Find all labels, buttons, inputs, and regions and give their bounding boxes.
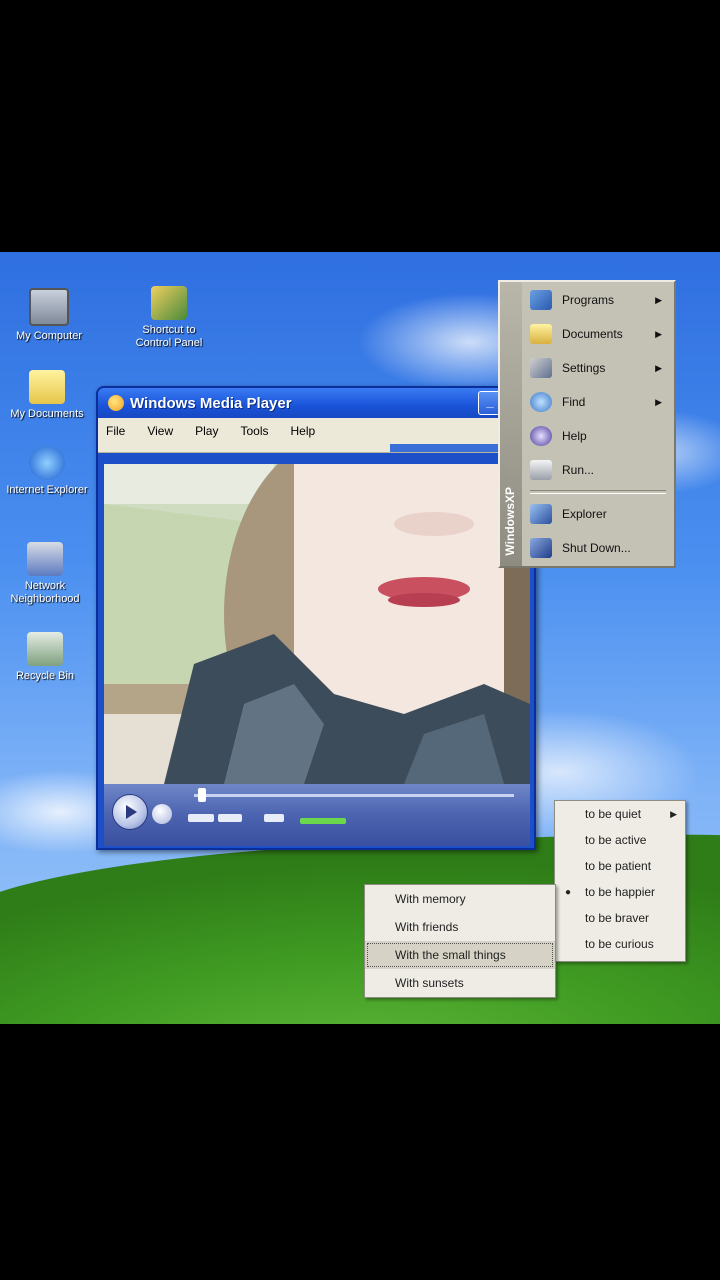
menu-play[interactable]: Play [195,424,218,438]
menu-tools[interactable]: Tools [240,424,268,438]
start-menu-item-find[interactable]: Find ▶ [530,388,666,416]
folder-icon [29,370,65,404]
feelings-menu-item-label: to be braver [585,911,650,925]
feelings-menu-item-label: to be patient [585,859,652,873]
menu-help[interactable]: Help [291,424,316,438]
media-player-window: Windows Media Player _ □ File View Play … [96,386,536,850]
submenu-arrow-icon: ▶ [670,808,677,819]
start-menu-item-label: Shut Down... [562,541,631,555]
check-mark-icon: ● [565,886,572,898]
menu-file[interactable]: File [106,424,125,438]
feelings-menu-item-label: to be quiet [585,807,642,821]
start-menu-item-explorer[interactable]: Explorer [530,500,666,528]
start-menu-stripe-label: WindowsXP [503,487,517,556]
with-menu-item[interactable]: With memory [365,885,555,913]
feelings-menu-item-label: to be happier [585,885,656,899]
media-player-logo-icon [108,395,124,411]
start-menu-item-shut-down[interactable]: Shut Down... [530,534,666,562]
start-menu-item-label: Explorer [562,507,607,521]
explorer-icon [530,504,552,524]
desktop-icon-my-computer[interactable]: My Computer [4,288,94,343]
desktop-icon-network[interactable]: Network Neighborhood [0,542,90,606]
desktop-icon-control-panel[interactable]: Shortcut to Control Panel [124,286,214,350]
media-player-controls [104,784,530,846]
video-frame [104,464,530,784]
media-player-title-bar[interactable]: Windows Media Player _ □ [98,388,534,418]
submenu-arrow-icon: ▶ [655,328,662,339]
video-image [104,464,530,784]
start-menu-item-label: Run... [562,463,595,477]
desktop-icon-label: Internet Explorer [6,484,88,496]
seek-handle[interactable] [198,788,206,802]
volume-slider[interactable] [300,818,346,824]
with-menu-item-label: With the small things [395,948,506,962]
desktop: My Computer Shortcut to Control Panel My… [0,252,720,1024]
with-menu: With memory With friends With the small … [364,884,556,998]
play-icon[interactable] [112,794,148,830]
with-menu-item[interactable]: With the small things [365,941,555,969]
menu-view[interactable]: View [147,424,173,438]
start-menu-item-settings[interactable]: Settings ▶ [530,354,666,382]
computer-icon [29,288,69,326]
feelings-menu-item-label: to be active [585,833,647,847]
start-menu-item-label: Programs [562,293,615,307]
previous-button[interactable] [188,814,214,822]
start-menu-item-help[interactable]: Help [530,422,666,450]
desktop-icon-my-documents[interactable]: My Documents [2,370,92,421]
media-player-info-strip [98,444,534,453]
settings-icon [530,358,552,378]
control-panel-icon [151,286,187,320]
seek-bar[interactable] [194,794,514,797]
desktop-icon-label: Shortcut to Control Panel [135,324,203,349]
shutdown-icon [530,538,552,558]
feelings-menu: to be quiet ▶ to be active to be patient … [554,800,686,962]
recycle-bin-icon [27,632,63,666]
start-menu-item-run[interactable]: Run... [530,456,666,484]
desktop-icon-internet-explorer[interactable]: Internet Explorer [2,446,92,497]
desktop-icon-label: Network Neighborhood [10,580,80,605]
start-menu: WindowsXP Programs ▶ Documents ▶ Settings ▶… [498,280,676,568]
with-menu-item[interactable]: With friends [365,913,555,941]
with-menu-item[interactable]: With sunsets [365,969,555,997]
programs-icon [530,290,552,310]
feelings-menu-item[interactable]: ● to be happier [555,879,685,905]
feelings-menu-item[interactable]: to be quiet ▶ [555,801,685,827]
internet-explorer-icon [29,446,65,480]
network-icon [27,542,63,576]
with-menu-item-label: With friends [395,920,459,934]
stop-icon[interactable] [152,804,172,824]
start-menu-item-label: Find [562,395,586,409]
submenu-arrow-icon: ▶ [655,362,662,373]
with-menu-item-label: With sunsets [395,976,464,990]
feelings-menu-item[interactable]: to be curious [555,931,685,957]
submenu-arrow-icon: ▶ [655,294,662,305]
find-icon [530,392,552,412]
feelings-menu-item[interactable]: to be active [555,827,685,853]
start-menu-item-programs[interactable]: Programs ▶ [530,286,666,314]
desktop-icon-label: My Computer [15,330,83,342]
mute-button[interactable] [264,814,284,822]
desktop-icon-recycle-bin[interactable]: Recycle Bin [0,632,90,683]
media-player-menu-bar: File View Play Tools Help [98,418,534,444]
start-menu-item-label: Documents [562,327,623,341]
documents-icon [530,324,552,344]
start-menu-item-label: Help [562,429,587,443]
help-icon [530,426,552,446]
with-menu-item-label: With memory [395,892,466,906]
start-menu-item-documents[interactable]: Documents ▶ [530,320,666,348]
media-player-title: Windows Media Player [130,394,292,412]
submenu-arrow-icon: ▶ [655,396,662,407]
desktop-icon-label: My Documents [10,408,84,420]
start-menu-stripe: WindowsXP [500,282,522,566]
start-menu-separator [530,490,666,494]
feelings-menu-item[interactable]: to be patient [555,853,685,879]
desktop-icon-label: Recycle Bin [15,670,75,682]
feelings-menu-item-label: to be curious [585,937,654,951]
run-icon [530,460,552,480]
start-menu-item-label: Settings [562,361,606,375]
next-button[interactable] [218,814,242,822]
feelings-menu-item[interactable]: to be braver [555,905,685,931]
